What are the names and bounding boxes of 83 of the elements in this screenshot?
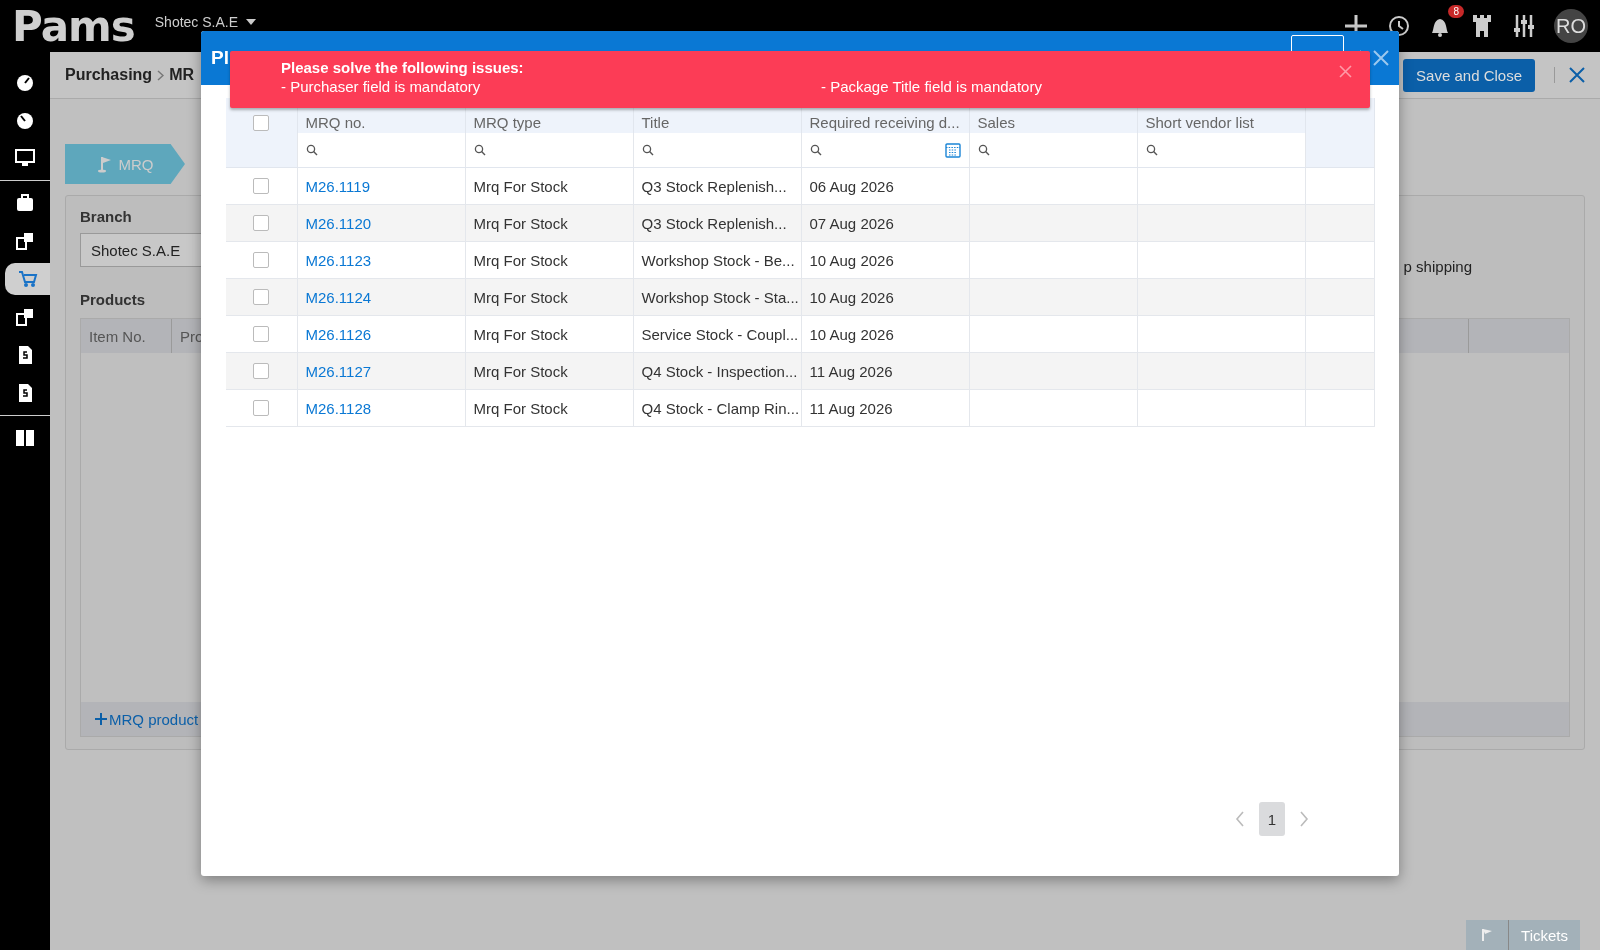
next-page-icon[interactable]: [1299, 811, 1309, 827]
error-message: - Package Title field is mandatory: [821, 78, 1043, 95]
dialog-title: Pl: [211, 47, 229, 69]
table-cell: Q4 Stock - Inspection...: [633, 352, 801, 390]
user-avatar[interactable]: RO: [1554, 9, 1588, 43]
table-cell: Mrq For Stock: [465, 315, 633, 353]
row-checkbox[interactable]: [253, 400, 270, 416]
search-icon: [305, 144, 318, 156]
select-all-checkbox[interactable]: [253, 115, 270, 131]
table-cell: Mrq For Stock: [465, 278, 633, 316]
row-checkbox[interactable]: [253, 215, 270, 231]
table-cell: Mrq For Stock: [465, 167, 633, 205]
products-label: Products: [80, 291, 145, 308]
table-cell: Q4 Stock - Clamp Rin...: [633, 389, 801, 427]
row-checkbox[interactable]: [253, 178, 270, 194]
filter-field[interactable]: [801, 133, 969, 168]
search-icon: [641, 144, 654, 156]
row-checkbox[interactable]: [253, 252, 270, 268]
page-button[interactable]: 1: [1259, 802, 1285, 836]
mrq-link[interactable]: M26.1127: [305, 362, 372, 380]
table-cell: Q3 Stock Replenish...: [633, 204, 801, 242]
table-cell: Mrq For Stock: [465, 241, 633, 279]
search-icon: [1145, 144, 1158, 156]
table-cell: 10 Aug 2026: [801, 315, 969, 353]
table-cell: 10 Aug 2026: [801, 278, 969, 316]
breadcrumb-item[interactable]: Purchasing: [65, 66, 153, 84]
flag-icon: [96, 155, 113, 173]
table-cell: 11 Aug 2026: [801, 352, 969, 390]
mrq-link[interactable]: M26.1124: [305, 288, 372, 306]
previous-page-icon[interactable]: [1235, 811, 1245, 827]
search-icon: [809, 144, 822, 156]
branch-label: Branch: [80, 208, 132, 225]
monitor-icon: [15, 148, 35, 168]
close-icon[interactable]: [1339, 65, 1352, 78]
table-cell: Mrq For Stock: [465, 352, 633, 390]
table-cell: Workshop Stock - Be...: [633, 241, 801, 279]
row-checkbox[interactable]: [253, 289, 270, 305]
table-cell: 10 Aug 2026: [801, 241, 969, 279]
filter-field[interactable]: [297, 133, 465, 168]
gauge-icon: [15, 110, 35, 130]
mrq-link[interactable]: M26.1126: [305, 325, 372, 343]
row-checkbox[interactable]: [253, 363, 270, 379]
table-cell: Workshop Stock - Sta...: [633, 278, 801, 316]
table-cell: 11 Aug 2026: [801, 389, 969, 427]
error-title: Please solve the following issues:: [281, 59, 524, 76]
company-selector[interactable]: Shotec S.A.E: [154, 14, 239, 30]
table-cell: Q3 Stock Replenish...: [633, 167, 801, 205]
sidebar-item[interactable]: [5, 263, 50, 295]
mrq-link[interactable]: M26.1128: [305, 399, 372, 417]
table-cell: Mrq For Stock: [465, 204, 633, 242]
shipping-label: p shipping: [1403, 258, 1472, 275]
logo[interactable]: Pams: [12, 1, 135, 51]
filter-field[interactable]: [465, 133, 633, 168]
breadcrumb-item[interactable]: MR: [169, 66, 195, 84]
gauge-icon: [15, 72, 35, 92]
chevron-icon: [157, 69, 165, 81]
cart-icon: [17, 269, 38, 289]
close-icon[interactable]: [1569, 67, 1585, 83]
save-and-close-button[interactable]: Save and Close: [1403, 58, 1535, 92]
filter-field[interactable]: [969, 133, 1137, 168]
calendar-icon[interactable]: [944, 142, 961, 158]
table-cell: Service Stock - Coupl...: [633, 315, 801, 353]
table-cell: Mrq For Stock: [465, 389, 633, 427]
mrq-link[interactable]: M26.1119: [305, 177, 370, 195]
table-cell: 07 Aug 2026: [801, 204, 969, 242]
error-message: - Purchaser field is mandatory: [281, 78, 482, 95]
close-icon[interactable]: [1373, 50, 1389, 66]
documents-icon: [15, 231, 35, 251]
documents-icon: [15, 307, 35, 327]
notification-badge: 8: [1448, 5, 1464, 18]
search-icon: [977, 144, 990, 156]
filter-field[interactable]: [633, 133, 801, 168]
add-product-link[interactable]: MRQ product: [109, 710, 199, 728]
search-icon: [473, 144, 486, 156]
briefcase-icon: [15, 193, 35, 213]
filter-field[interactable]: [1137, 133, 1305, 168]
mrq-link[interactable]: M26.1123: [305, 251, 372, 269]
table-cell: 06 Aug 2026: [801, 167, 969, 205]
row-checkbox[interactable]: [253, 326, 270, 342]
mrq-link[interactable]: M26.1120: [305, 214, 372, 232]
castle-icon[interactable]: [1470, 13, 1494, 39]
sliders-icon[interactable]: [1512, 14, 1536, 38]
caret-icon[interactable]: [246, 19, 257, 25]
